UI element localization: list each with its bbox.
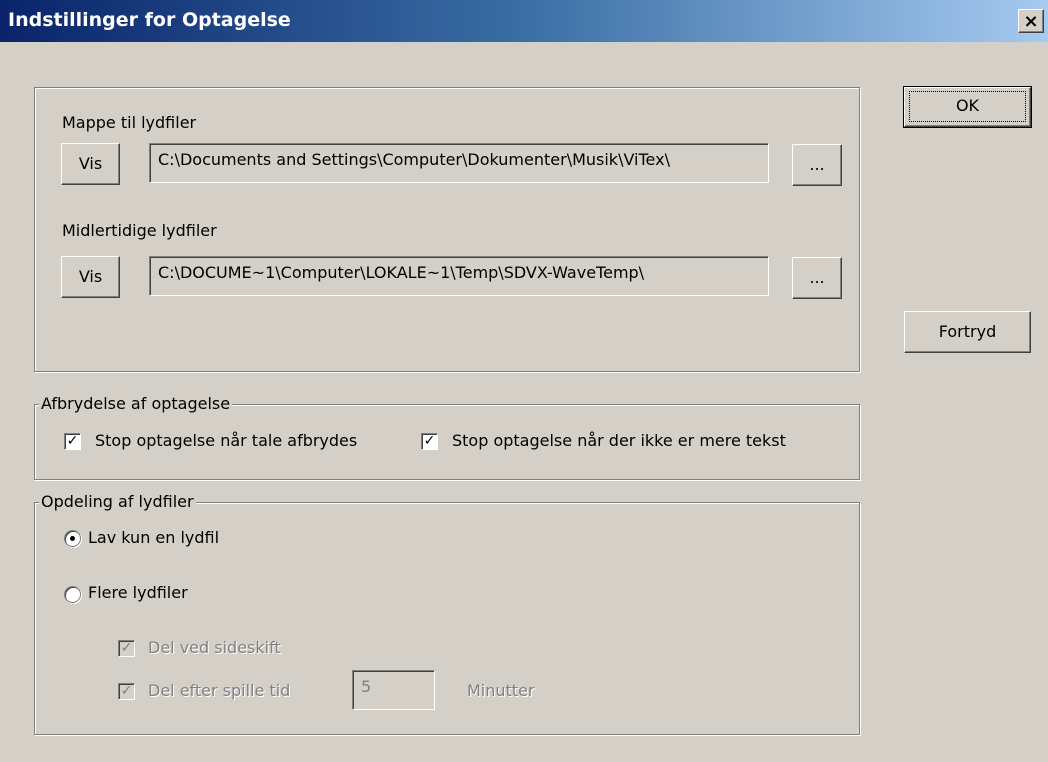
audio-folder-label: Mappe til lydfiler (62, 113, 197, 132)
show-temp-folder-button[interactable]: Vis (61, 256, 120, 298)
audio-folder-path-value: C:\Documents and Settings\Computer\Dokum… (158, 150, 670, 169)
show-audio-folder-label: Vis (78, 154, 103, 173)
stop-on-speech-label[interactable]: Stop optagelse når tale afbrydes (95, 431, 357, 450)
stop-on-speech-checkbox[interactable]: ✓ (64, 433, 81, 450)
single-file-radio[interactable] (64, 530, 81, 547)
duration-unit-label: Minutter (467, 681, 535, 700)
page-break-checkbox: ✓ (118, 640, 135, 657)
cancel-button[interactable]: Fortryd (904, 311, 1031, 353)
audio-folder-path-field[interactable]: C:\Documents and Settings\Computer\Dokum… (149, 143, 769, 183)
temp-folder-path-field[interactable]: C:\DOCUME~1\Computer\LOKALE~1\Temp\SDVX-… (149, 256, 769, 296)
duration-label: Del efter spille tid (148, 681, 291, 700)
window-title: Indstillinger for Optagelse (8, 9, 291, 31)
checkmark-icon: ✓ (66, 433, 79, 449)
browse-temp-folder-button[interactable]: ... (792, 257, 842, 299)
single-file-label[interactable]: Lav kun en lydfil (88, 528, 219, 547)
multi-file-radio[interactable] (64, 586, 81, 603)
stop-on-text-label[interactable]: Stop optagelse når der ikke er mere teks… (452, 431, 786, 450)
checkmark-icon: ✓ (120, 683, 133, 699)
ok-button[interactable]: OK (903, 86, 1032, 128)
close-button[interactable]: × (1018, 9, 1044, 33)
stop-on-text-checkbox[interactable]: ✓ (421, 433, 438, 450)
page-break-label: Del ved sideskift (148, 638, 281, 657)
split-group-legend: Opdeling af lydfiler (39, 492, 196, 511)
browse-audio-folder-label: ... (809, 155, 825, 174)
close-icon: × (1023, 11, 1039, 32)
radio-selected-dot (70, 536, 75, 541)
duration-checkbox: ✓ (118, 683, 135, 700)
browse-audio-folder-button[interactable]: ... (792, 144, 842, 186)
cancel-button-label: Fortryd (938, 322, 997, 341)
duration-value: 5 (361, 677, 372, 696)
focus-rectangle (909, 91, 1026, 122)
temp-folder-path-value: C:\DOCUME~1\Computer\LOKALE~1\Temp\SDVX-… (158, 263, 645, 282)
interrupt-group-legend: Afbrydelse af optagelse (39, 394, 233, 413)
checkmark-icon: ✓ (120, 640, 133, 656)
temp-folder-label: Midlertidige lydfiler (62, 221, 217, 240)
multi-file-label[interactable]: Flere lydfiler (88, 583, 188, 602)
duration-input: 5 (352, 670, 435, 710)
browse-temp-folder-label: ... (809, 268, 825, 287)
title-bar: Indstillinger for Optagelse × (0, 0, 1048, 42)
checkmark-icon: ✓ (423, 433, 436, 449)
show-audio-folder-button[interactable]: Vis (61, 143, 120, 185)
show-temp-folder-label: Vis (78, 267, 103, 286)
